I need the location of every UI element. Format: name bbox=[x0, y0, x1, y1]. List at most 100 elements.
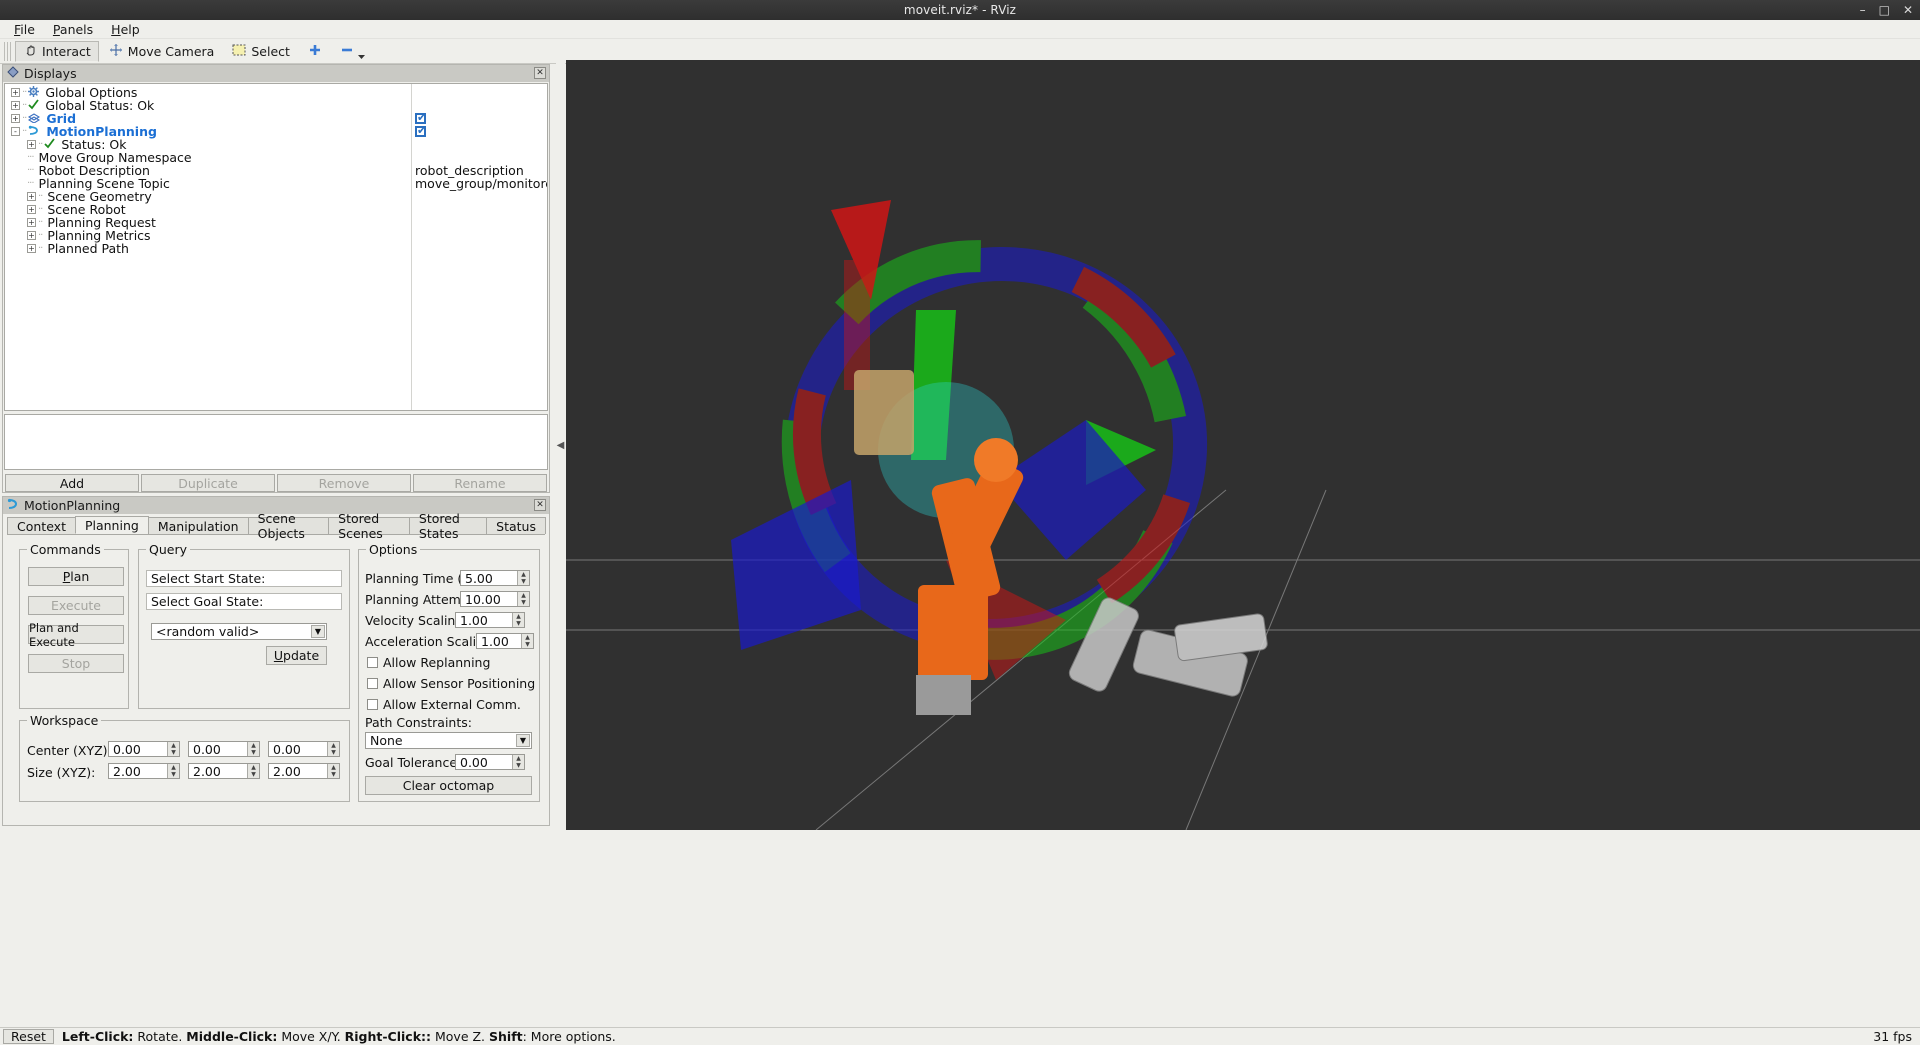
tab-stored-states[interactable]: Stored States bbox=[408, 511, 488, 541]
allow-sensor-positioning-row[interactable]: Allow Sensor Positioning bbox=[367, 676, 535, 691]
tab-status[interactable]: Status bbox=[486, 517, 546, 534]
rename-display-button[interactable]: Rename bbox=[413, 474, 547, 492]
planning-attempts-stepper[interactable]: ▲ ▼ bbox=[517, 592, 529, 606]
allow-replanning-checkbox[interactable] bbox=[367, 657, 378, 668]
clear-octomap-button[interactable]: Clear octomap bbox=[365, 776, 532, 795]
workspace-center-y-stepper[interactable]: ▲ ▼ bbox=[247, 742, 259, 756]
path-constraints-combo[interactable]: None ▼ bbox=[365, 732, 532, 749]
planning-attempts-input[interactable]: 10.00 ▲ ▼ bbox=[460, 591, 530, 607]
acceleration-scaling-stepper[interactable]: ▲ ▼ bbox=[521, 634, 533, 648]
workspace-size-z[interactable]: 2.00 ▲ ▼ bbox=[268, 763, 340, 779]
tab-stored-scenes[interactable]: Stored Scenes bbox=[328, 511, 410, 541]
viewport-scene bbox=[566, 60, 1920, 830]
goal-tolerance-input[interactable]: 0.00 ▲ ▼ bbox=[455, 754, 525, 770]
workspace-center-z[interactable]: 0.00 ▲ ▼ bbox=[268, 741, 340, 757]
chevron-down-icon[interactable]: ▼ bbox=[516, 734, 530, 747]
goal-state-combo[interactable]: <random valid> ▼ bbox=[151, 623, 327, 640]
tool-select-button[interactable]: Select bbox=[224, 41, 298, 62]
menu-help[interactable]: Help bbox=[103, 21, 148, 38]
chevron-down-icon[interactable] bbox=[357, 50, 365, 63]
tree-expander[interactable]: + bbox=[27, 244, 36, 253]
tab-manipulation[interactable]: Manipulation bbox=[147, 517, 249, 534]
execute-button[interactable]: Execute bbox=[28, 596, 124, 615]
displays-property-area[interactable] bbox=[4, 414, 548, 470]
workspace-size-x-stepper[interactable]: ▲ ▼ bbox=[167, 764, 179, 778]
plan-button[interactable]: Plan bbox=[28, 567, 124, 586]
workspace-size-z-stepper[interactable]: ▲ ▼ bbox=[327, 764, 339, 778]
workspace-size-y-stepper[interactable]: ▲ ▼ bbox=[247, 764, 259, 778]
velocity-scaling-input[interactable]: 1.00 ▲ ▼ bbox=[455, 612, 525, 628]
minimize-button[interactable]: – bbox=[1860, 4, 1866, 16]
workspace-center-y[interactable]: 0.00 ▲ ▼ bbox=[188, 741, 260, 757]
planning-time-input[interactable]: 5.00 ▲ ▼ bbox=[460, 570, 530, 586]
tree-expander[interactable]: + bbox=[11, 88, 20, 97]
motion-planning-close-icon[interactable]: ✕ bbox=[534, 499, 546, 511]
workspace-center-x-stepper[interactable]: ▲ ▼ bbox=[167, 742, 179, 756]
menu-file[interactable]: File bbox=[6, 21, 43, 38]
motion-planning-icon bbox=[7, 498, 19, 513]
tree-expander[interactable]: + bbox=[11, 101, 20, 110]
tree-row-checkbox[interactable] bbox=[415, 112, 426, 124]
allow-external-comm-label: Allow External Comm. bbox=[383, 697, 521, 712]
allow-external-comm-checkbox[interactable] bbox=[367, 699, 378, 710]
status-hint-part: Move X/Y. bbox=[277, 1029, 345, 1044]
remove-display-button[interactable]: Remove bbox=[277, 474, 411, 492]
tab-planning[interactable]: Planning bbox=[74, 516, 149, 534]
chevron-down-icon[interactable]: ▼ bbox=[311, 625, 325, 638]
stop-button[interactable]: Stop bbox=[28, 654, 124, 673]
tree-connector: ·· bbox=[38, 230, 43, 241]
tree-expander[interactable]: + bbox=[11, 114, 20, 123]
motion-planning-icon bbox=[28, 125, 40, 139]
workspace-size-x[interactable]: 2.00 ▲ ▼ bbox=[108, 763, 180, 779]
left-dock-collapse-handle[interactable]: ◀ bbox=[556, 60, 565, 830]
duplicate-display-button[interactable]: Duplicate bbox=[141, 474, 275, 492]
tree-connector: ··· bbox=[27, 178, 34, 189]
tool-interact-button[interactable]: Interact bbox=[15, 40, 99, 62]
allow-replanning-row[interactable]: Allow Replanning bbox=[367, 655, 490, 670]
workspace-size-y[interactable]: 2.00 ▲ ▼ bbox=[188, 763, 260, 779]
allow-sensor-positioning-checkbox[interactable] bbox=[367, 678, 378, 689]
acceleration-scaling-input[interactable]: 1.00 ▲ ▼ bbox=[476, 633, 534, 649]
tree-expander[interactable]: - bbox=[11, 127, 20, 136]
tree-row-value[interactable]: move_group/monitored_p… bbox=[415, 176, 547, 191]
update-button-label: Update bbox=[273, 648, 320, 663]
select-rect-icon bbox=[232, 44, 246, 59]
tree-expander[interactable]: + bbox=[27, 231, 36, 240]
grid-icon bbox=[28, 112, 41, 126]
tree-expander[interactable]: + bbox=[27, 218, 36, 227]
menu-panels[interactable]: Panels bbox=[45, 21, 101, 38]
displays-close-icon[interactable]: ✕ bbox=[534, 67, 546, 79]
displays-diamond-icon bbox=[7, 66, 19, 81]
close-button[interactable]: ✕ bbox=[1903, 4, 1913, 16]
workspace-center-z-stepper[interactable]: ▲ ▼ bbox=[327, 742, 339, 756]
tool-add-button[interactable] bbox=[300, 41, 330, 62]
displays-tree[interactable]: + ·· Global Options + ·· Global Status: Ok + ··… bbox=[4, 83, 548, 411]
path-constraints-label: Path Constraints: bbox=[365, 715, 472, 730]
planning-time-stepper[interactable]: ▲ ▼ bbox=[517, 571, 529, 585]
toolbar-grip[interactable] bbox=[4, 41, 11, 61]
tree-expander[interactable]: + bbox=[27, 140, 36, 149]
reset-button[interactable]: Reset bbox=[3, 1029, 54, 1044]
velocity-scaling-stepper[interactable]: ▲ ▼ bbox=[512, 613, 524, 627]
tree-expander[interactable]: + bbox=[27, 192, 36, 201]
maximize-button[interactable]: □ bbox=[1879, 4, 1890, 16]
add-display-button[interactable]: Add bbox=[5, 474, 139, 492]
workspace-center-x[interactable]: 0.00 ▲ ▼ bbox=[108, 741, 180, 757]
workspace-size-x-value: 2.00 bbox=[113, 763, 141, 779]
rviz-3d-viewport[interactable] bbox=[566, 60, 1920, 830]
select-goal-state-field[interactable]: Select Goal State: bbox=[146, 593, 342, 610]
tool-remove-button[interactable] bbox=[332, 41, 374, 62]
update-button[interactable]: Update bbox=[266, 646, 327, 665]
select-start-state-field[interactable]: Select Start State: bbox=[146, 570, 342, 587]
tool-move-camera-button[interactable]: Move Camera bbox=[101, 41, 223, 62]
tab-scene-objects[interactable]: Scene Objects bbox=[247, 511, 330, 541]
tree-row-checkbox[interactable] bbox=[415, 125, 426, 137]
tab-context[interactable]: Context bbox=[7, 517, 76, 534]
goal-tolerance-stepper[interactable]: ▲ ▼ bbox=[512, 755, 524, 769]
displays-button-row: Add Duplicate Remove Rename bbox=[4, 474, 548, 492]
plan-and-execute-button[interactable]: Plan and Execute bbox=[28, 621, 124, 649]
tree-row-planned-path[interactable]: + ·· Planned Path bbox=[5, 241, 547, 256]
tree-expander[interactable]: + bbox=[27, 205, 36, 214]
allow-external-comm-row[interactable]: Allow External Comm. bbox=[367, 697, 521, 712]
tree-row-global-status-ok[interactable]: + ·· Global Status: Ok bbox=[5, 98, 547, 113]
